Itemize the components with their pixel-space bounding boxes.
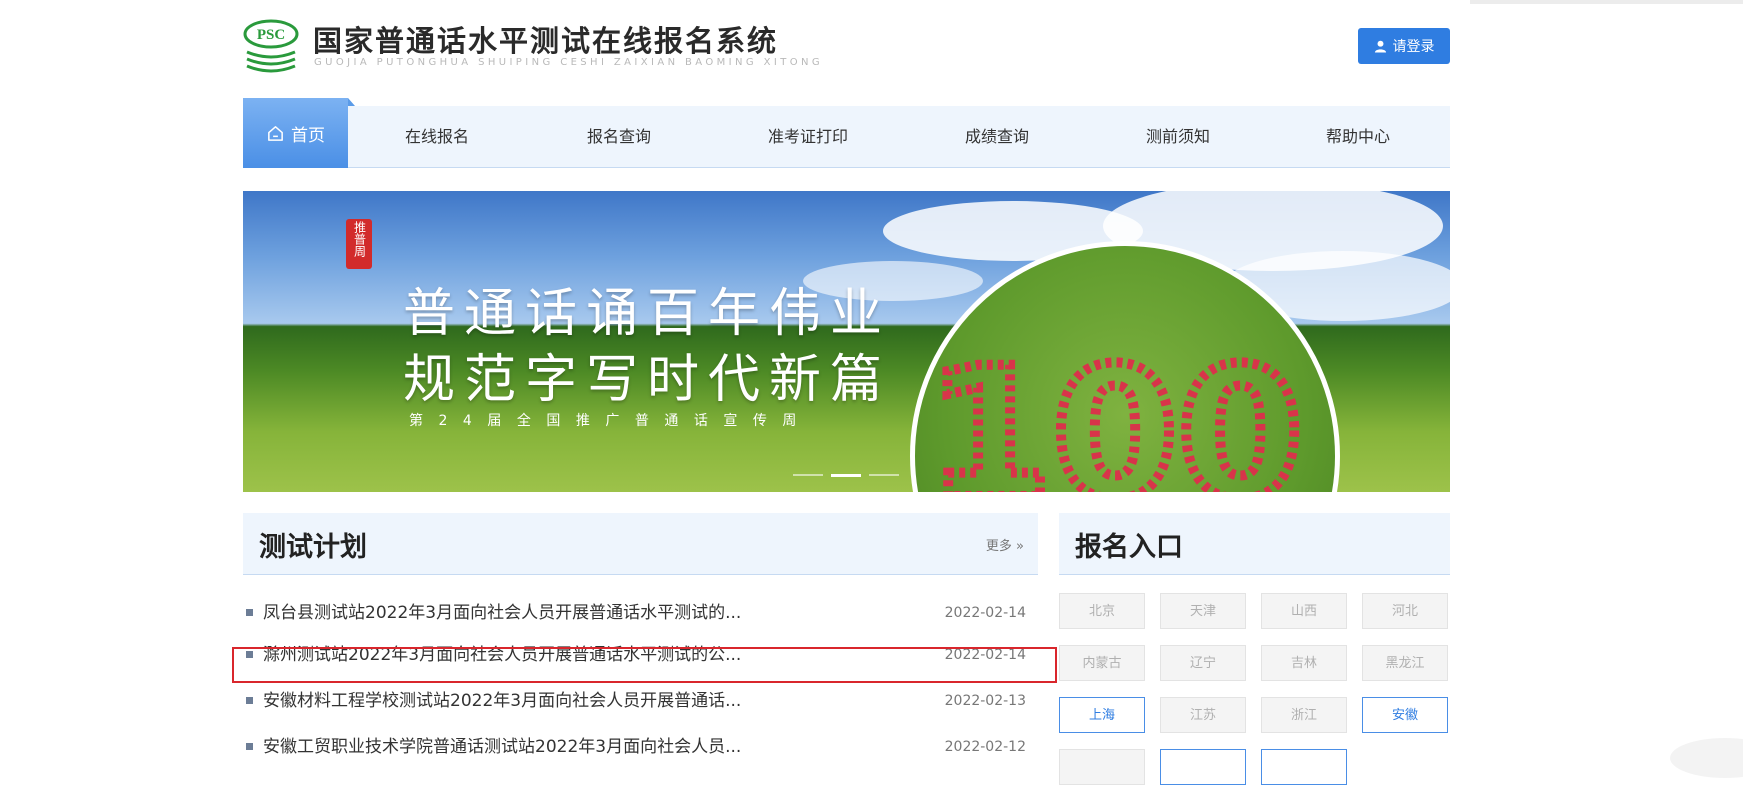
main-nav: 首页 在线报名 报名查询 准考证打印 成绩查询 测前须知 帮助中心 xyxy=(243,98,1450,168)
nav-item-score-query[interactable]: 成绩查询 xyxy=(965,106,1029,168)
region-button-heilongjiang: 黑龙江 xyxy=(1362,645,1448,681)
test-plan-item-date: 2022-02-14 xyxy=(944,605,1026,621)
test-plan-item-date: 2022-02-14 xyxy=(944,647,1026,663)
banner-carousel[interactable]: 推普周 普通话诵百年伟业 规范字写时代新篇 第24届全国推广普通话宣传周 100 xyxy=(243,191,1450,492)
nav-item-home[interactable]: 首页 xyxy=(243,98,355,168)
carousel-dot[interactable] xyxy=(869,474,899,476)
floating-widget-edge xyxy=(1670,738,1743,778)
nav-item-registration-query[interactable]: 报名查询 xyxy=(587,106,651,168)
test-plan-item[interactable]: 安徽工贸职业技术学院普通话测试站2022年3月面向社会人员... 2022-02… xyxy=(243,730,1038,764)
site-title: 国家普通话水平测试在线报名系统 xyxy=(313,24,779,58)
nav-home-label: 首页 xyxy=(291,125,325,146)
region-button-hebei: 河北 xyxy=(1362,593,1448,629)
region-button-jilin: 吉林 xyxy=(1261,645,1347,681)
region-button-anhui[interactable]: 安徽 xyxy=(1362,697,1448,733)
region-button-inner-mongolia: 内蒙古 xyxy=(1059,645,1145,681)
test-plan-item[interactable]: 安徽材料工程学校测试站2022年3月面向社会人员开展普通话... 2022-02… xyxy=(243,684,1038,718)
nav-item-pre-test-notice[interactable]: 测前须知 xyxy=(1146,106,1210,168)
psc-logo-icon: PSC xyxy=(243,19,299,73)
double-chevron-right-icon: » xyxy=(1016,539,1024,554)
carousel-dot[interactable] xyxy=(793,474,823,476)
square-bullet-icon xyxy=(246,697,253,704)
banner-headline-1: 普通话诵百年伟业 xyxy=(403,284,892,344)
test-plan-item-date: 2022-02-13 xyxy=(944,693,1026,709)
registration-entry-header: 报名入口 xyxy=(1059,513,1450,575)
square-bullet-icon xyxy=(246,651,253,658)
svg-text:PSC: PSC xyxy=(257,27,285,43)
region-button-liaoning: 辽宁 xyxy=(1160,645,1246,681)
nav-home-notch xyxy=(348,98,355,106)
home-icon xyxy=(268,125,283,141)
carousel-dot-active[interactable] xyxy=(831,474,861,477)
square-bullet-icon xyxy=(246,743,253,750)
nav-item-online-registration[interactable]: 在线报名 xyxy=(405,106,469,168)
site-subtitle: GUOJIA PUTONGHUA SHUIPING CESHI ZAIXIAN … xyxy=(314,57,824,68)
region-button-partial xyxy=(1059,749,1145,785)
banner-subheadline: 第24届全国推广普通话宣传周 xyxy=(409,413,812,429)
nav-item-admission-ticket-print[interactable]: 准考证打印 xyxy=(768,106,848,168)
region-button-shanghai[interactable]: 上海 xyxy=(1059,697,1145,733)
region-button-beijing: 北京 xyxy=(1059,593,1145,629)
region-button-partial[interactable] xyxy=(1160,749,1246,785)
more-link[interactable]: 更多 » xyxy=(986,535,1024,554)
region-button-zhejiang: 浙江 xyxy=(1261,697,1347,733)
banner-seal-text: 推普周 xyxy=(352,221,367,257)
square-bullet-icon xyxy=(246,609,253,616)
region-button-shanxi: 山西 xyxy=(1261,593,1347,629)
browser-top-strip xyxy=(1470,0,1743,4)
test-plan-title: 测试计划 xyxy=(259,532,367,563)
test-plan-item-title: 安徽材料工程学校测试站2022年3月面向社会人员开展普通话... xyxy=(263,691,742,711)
carousel-indicators xyxy=(793,474,899,477)
login-button[interactable]: 请登录 xyxy=(1358,28,1450,64)
test-plan-item-title: 凤台县测试站2022年3月面向社会人员开展普通话水平测试的... xyxy=(263,603,742,623)
test-plan-item[interactable]: 凤台县测试站2022年3月面向社会人员开展普通话水平测试的... 2022-02… xyxy=(243,596,1038,630)
region-button-tianjin: 天津 xyxy=(1160,593,1246,629)
svg-text:100: 100 xyxy=(927,330,1303,492)
user-icon xyxy=(1374,40,1386,53)
registration-entry-title: 报名入口 xyxy=(1075,532,1183,563)
test-plan-item-title: 滁州测试站2022年3月面向社会人员开展普通话水平测试的公... xyxy=(263,645,742,665)
test-plan-item-title: 安徽工贸职业技术学院普通话测试站2022年3月面向社会人员... xyxy=(263,737,742,757)
nav-item-help-center[interactable]: 帮助中心 xyxy=(1326,106,1390,168)
more-label: 更多 xyxy=(985,539,1012,554)
region-button-jiangsu: 江苏 xyxy=(1160,697,1246,733)
region-button-partial[interactable] xyxy=(1261,749,1347,785)
banner-headline-2: 规范字写时代新篇 xyxy=(403,350,892,410)
test-plan-header: 测试计划 更多 » xyxy=(243,513,1038,575)
login-label: 请登录 xyxy=(1392,39,1435,55)
test-plan-item-date: 2022-02-12 xyxy=(944,739,1026,755)
test-plan-item[interactable]: 滁州测试站2022年3月面向社会人员开展普通话水平测试的公... 2022-02… xyxy=(243,638,1038,672)
banner-seal: 推普周 xyxy=(346,219,372,269)
